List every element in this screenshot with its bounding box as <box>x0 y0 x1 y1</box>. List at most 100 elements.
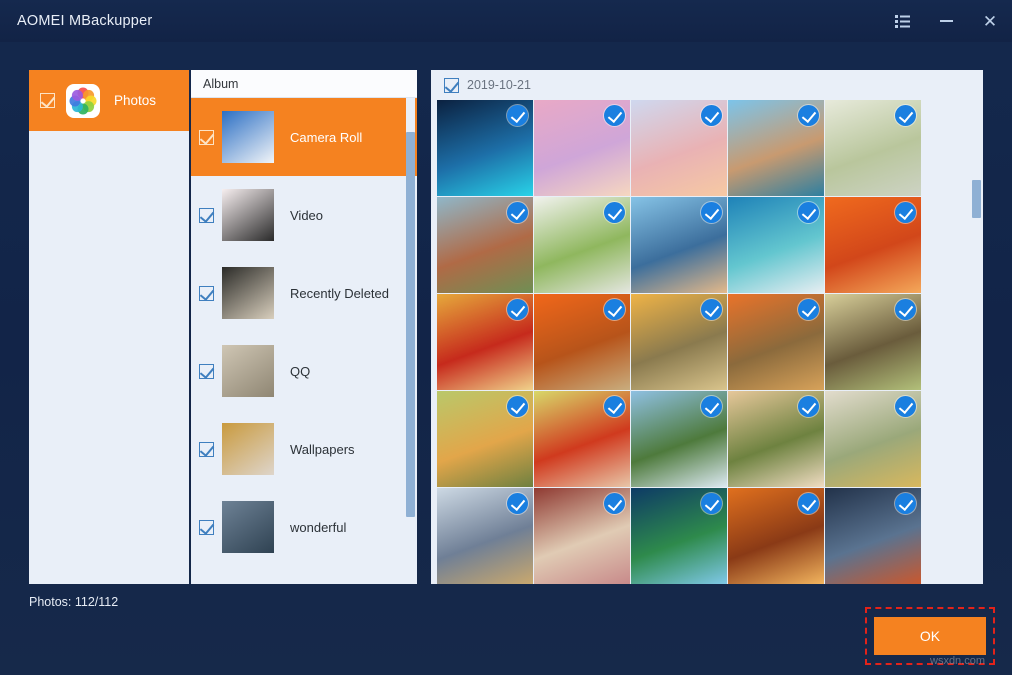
album-thumbnail <box>222 501 274 553</box>
photo-selected-check-icon[interactable] <box>798 105 819 126</box>
photo-thumbnail[interactable] <box>534 100 630 196</box>
photo-thumbnail[interactable] <box>728 100 824 196</box>
photo-thumbnail[interactable] <box>437 197 533 293</box>
album-list: Camera Roll Video Recently Deleted QQ Wallpa… <box>191 98 417 584</box>
album-item-checkbox[interactable] <box>199 286 214 301</box>
ok-button[interactable]: OK <box>874 617 986 655</box>
album-item-checkbox[interactable] <box>199 208 214 223</box>
album-item-checkbox[interactable] <box>199 130 214 145</box>
photo-selected-check-icon[interactable] <box>507 396 528 417</box>
photo-selected-check-icon[interactable] <box>701 299 722 320</box>
photo-selected-check-icon[interactable] <box>507 299 528 320</box>
album-item-checkbox[interactable] <box>199 520 214 535</box>
photos-app-icon <box>66 84 100 118</box>
album-item-label: Recently Deleted <box>290 286 389 301</box>
album-thumbnail <box>222 267 274 319</box>
photo-thumbnail[interactable] <box>631 197 727 293</box>
photo-thumbnail[interactable] <box>825 100 921 196</box>
minimize-button[interactable] <box>924 0 968 42</box>
photo-selected-check-icon[interactable] <box>604 202 625 223</box>
album-item[interactable]: QQ <box>191 332 417 410</box>
category-checkbox[interactable] <box>40 93 55 108</box>
photo-scrollbar-track[interactable] <box>972 100 981 584</box>
close-button[interactable]: ✕ <box>968 0 1012 42</box>
photo-thumbnail[interactable] <box>534 197 630 293</box>
photo-selected-check-icon[interactable] <box>798 299 819 320</box>
photo-selected-check-icon[interactable] <box>507 493 528 514</box>
album-panel: Album Camera Roll Video Recently Deleted QQ… <box>191 70 417 584</box>
photo-selected-check-icon[interactable] <box>701 202 722 223</box>
album-item[interactable]: Video <box>191 176 417 254</box>
photo-thumbnail[interactable] <box>631 391 727 487</box>
category-item-photos[interactable]: Photos <box>29 70 189 131</box>
album-scrollbar-track[interactable] <box>406 98 415 584</box>
photo-thumbnail[interactable] <box>437 488 533 584</box>
album-item[interactable]: wonderful <box>191 488 417 566</box>
photo-thumbnail[interactable] <box>825 488 921 584</box>
status-text: Photos: 112/112 <box>29 595 118 609</box>
app-title: AOMEI MBackupper <box>17 13 152 29</box>
album-scrollbar-thumb[interactable] <box>406 132 415 517</box>
photo-scrollbar-thumb[interactable] <box>972 180 981 218</box>
album-panel-header: Album <box>191 70 417 98</box>
album-item-checkbox[interactable] <box>199 364 214 379</box>
album-item-label: Camera Roll <box>290 130 362 145</box>
photo-selected-check-icon[interactable] <box>701 396 722 417</box>
photo-selected-check-icon[interactable] <box>507 105 528 126</box>
photo-thumbnail[interactable] <box>728 391 824 487</box>
photo-grid <box>437 100 983 584</box>
photo-thumbnail[interactable] <box>631 100 727 196</box>
date-group-checkbox[interactable] <box>444 78 459 93</box>
photo-selected-check-icon[interactable] <box>798 493 819 514</box>
photo-thumbnail[interactable] <box>728 294 824 390</box>
watermark: wsxdn.com <box>930 655 985 667</box>
photo-grid-panel: 2019-10-21 <box>431 70 983 584</box>
photo-thumbnail[interactable] <box>534 294 630 390</box>
photo-thumbnail[interactable] <box>437 294 533 390</box>
album-thumbnail <box>222 189 274 241</box>
album-thumbnail <box>222 345 274 397</box>
category-item-label: Photos <box>114 93 156 108</box>
album-thumbnail <box>222 111 274 163</box>
photo-selected-check-icon[interactable] <box>701 493 722 514</box>
list-icon <box>895 15 910 28</box>
photo-thumbnail[interactable] <box>728 197 824 293</box>
photo-thumbnail[interactable] <box>825 391 921 487</box>
photo-thumbnail[interactable] <box>534 391 630 487</box>
photo-selected-check-icon[interactable] <box>701 105 722 126</box>
photo-thumbnail[interactable] <box>825 294 921 390</box>
album-item[interactable]: Wallpapers <box>191 410 417 488</box>
photo-selected-check-icon[interactable] <box>798 202 819 223</box>
photo-selected-check-icon[interactable] <box>604 299 625 320</box>
photo-thumbnail[interactable] <box>728 488 824 584</box>
photo-selected-check-icon[interactable] <box>798 396 819 417</box>
photo-selected-check-icon[interactable] <box>604 396 625 417</box>
photo-selected-check-icon[interactable] <box>895 105 916 126</box>
photo-thumbnail[interactable] <box>825 197 921 293</box>
photo-selected-check-icon[interactable] <box>895 493 916 514</box>
category-panel: Photos <box>29 70 189 584</box>
photo-selected-check-icon[interactable] <box>895 202 916 223</box>
photo-thumbnail[interactable] <box>437 391 533 487</box>
menu-list-button[interactable] <box>880 0 924 42</box>
close-icon: ✕ <box>983 13 997 30</box>
photo-thumbnail[interactable] <box>631 488 727 584</box>
photo-selected-check-icon[interactable] <box>895 396 916 417</box>
window-controls: ✕ <box>880 0 1012 42</box>
photo-selected-check-icon[interactable] <box>895 299 916 320</box>
album-item-label: wonderful <box>290 520 346 535</box>
app-window: AOMEI MBackupper ✕ <box>0 0 1012 675</box>
album-item-label: QQ <box>290 364 310 379</box>
photo-selected-check-icon[interactable] <box>507 202 528 223</box>
minimize-icon <box>940 20 953 22</box>
photo-grid-scroll-area <box>431 100 983 584</box>
photo-selected-check-icon[interactable] <box>604 105 625 126</box>
album-item-checkbox[interactable] <box>199 442 214 457</box>
album-item[interactable]: Camera Roll <box>191 98 417 176</box>
album-item[interactable]: Recently Deleted <box>191 254 417 332</box>
photo-thumbnail[interactable] <box>631 294 727 390</box>
photo-thumbnail[interactable] <box>534 488 630 584</box>
photo-thumbnail[interactable] <box>437 100 533 196</box>
album-thumbnail <box>222 423 274 475</box>
photo-selected-check-icon[interactable] <box>604 493 625 514</box>
